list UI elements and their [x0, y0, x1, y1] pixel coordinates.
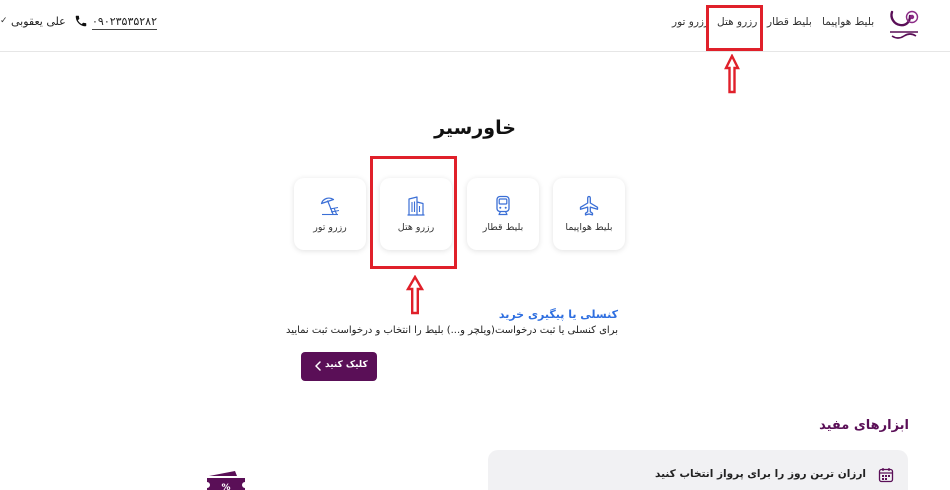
cheapest-day-tool-label: ارزان ترین روز را برای پرواز انتخاب کنید [655, 468, 866, 480]
page-title: خاورسیر [434, 117, 516, 139]
top-header: بلیط هواپیما بلیط قطار رزرو هتل رزرو تور… [0, 0, 950, 52]
user-name[interactable]: علی یعقوبی [11, 15, 66, 28]
discount-coupon-icon: % [205, 471, 247, 490]
service-label-tour: رزرو تور [313, 222, 347, 233]
phone-icon [75, 15, 87, 27]
refund-section-description: برای کنسلی یا ثبت درخواست(ویلچر و...) بل… [286, 325, 618, 336]
click-here-button-label: کلیک کنید [325, 360, 368, 370]
chevron-left-icon [315, 361, 321, 371]
train-icon [496, 195, 510, 216]
click-here-button[interactable]: کلیک کنید [301, 352, 377, 381]
chevron-down-icon[interactable]: ✓ [0, 16, 8, 26]
beach-umbrella-icon [320, 197, 340, 216]
nav-train-ticket[interactable]: بلیط قطار [767, 16, 812, 28]
service-card-train[interactable]: بلیط قطار [467, 178, 539, 250]
useful-tools-title: ابزارهای مفید [819, 418, 909, 433]
annotation-highlight-hotel-card [370, 156, 457, 269]
annotation-arrow-up-icon [405, 275, 425, 315]
nav-flight-ticket[interactable]: بلیط هواپیما [822, 16, 874, 28]
service-label-flight: بلیط هواپیما [565, 222, 613, 233]
airplane-icon [579, 195, 599, 216]
annotation-highlight-nav-hotel [706, 5, 763, 51]
khavarseir-logo[interactable] [886, 8, 922, 42]
service-card-tour[interactable]: رزرو تور [294, 178, 366, 250]
refund-section-title[interactable]: کنسلی یا پیگیری خرید [499, 308, 618, 321]
service-label-train: بلیط قطار [482, 222, 524, 233]
annotation-arrow-up-icon [724, 54, 740, 94]
nav-tour-reservation[interactable]: رزرو تور [672, 16, 709, 28]
svg-text:%: % [221, 483, 230, 490]
calendar-icon [878, 468, 894, 483]
phone-number[interactable]: ۰۹۰۲۳۵۳۵۲۸۲ [92, 15, 157, 30]
service-card-flight[interactable]: بلیط هواپیما [553, 178, 625, 250]
cheapest-day-tool-card[interactable]: ارزان ترین روز را برای پرواز انتخاب کنید [488, 450, 908, 490]
